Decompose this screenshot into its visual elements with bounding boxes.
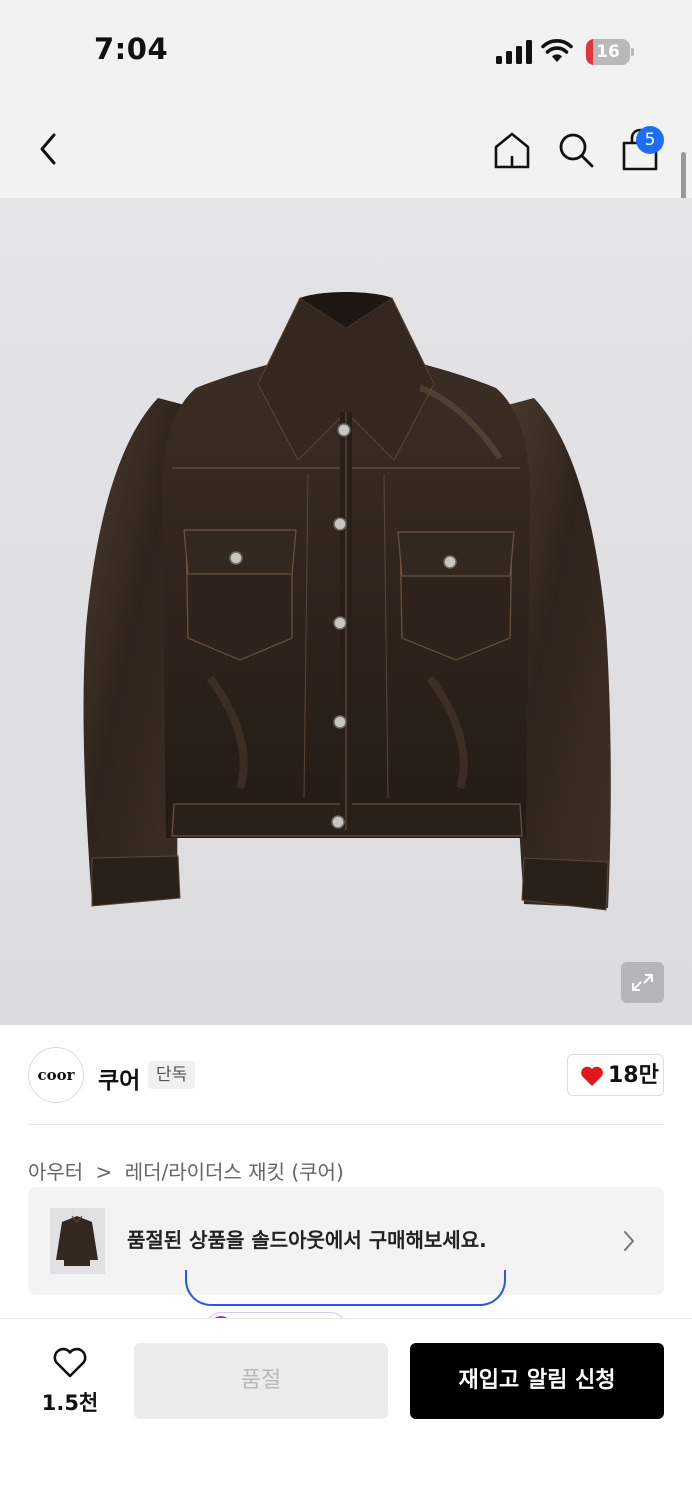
product-thumbnail: [50, 1208, 105, 1274]
status-bar: 7:04 16: [0, 0, 692, 100]
leather-jacket-image: [83, 292, 611, 911]
exclusive-tag: 단독: [148, 1061, 196, 1089]
breadcrumb: 아우터 > 레더/라이더스 재킷 (쿠어): [28, 1155, 344, 1185]
breadcrumb-separator: >: [95, 1159, 113, 1184]
divider: [28, 1124, 664, 1125]
battery-percent: 16: [596, 42, 620, 62]
back-arrow-icon[interactable]: [34, 130, 66, 168]
wifi-icon: [541, 39, 573, 62]
breadcrumb-subcategory[interactable]: 레더/라이더스 재킷 (쿠어): [125, 1157, 344, 1187]
status-time: 7:04: [94, 32, 169, 66]
heart-filled-icon: [581, 1066, 603, 1086]
brand-logo[interactable]: coor: [28, 1047, 84, 1103]
expand-icon[interactable]: [621, 962, 664, 1003]
brand-row: coor 쿠어 단독 18만: [0, 1025, 692, 1125]
breadcrumb-category[interactable]: 아우터: [28, 1157, 83, 1187]
cellular-signal-icon: [496, 40, 532, 64]
top-nav-bar: [0, 100, 692, 198]
wishlist-count: 1.5천: [41, 1391, 99, 1415]
product-image[interactable]: [0, 198, 692, 1025]
chevron-right-icon: [624, 1231, 634, 1251]
heart-outline-icon: [53, 1347, 87, 1378]
brand-like-button[interactable]: 18만: [567, 1054, 664, 1096]
brand-name[interactable]: 쿠어: [98, 1061, 140, 1095]
home-icon[interactable]: [492, 130, 532, 170]
soldout-banner-text: 품절된 상품을 솔드아웃에서 구매해보세요.: [127, 1228, 487, 1252]
restock-alert-button[interactable]: 재입고 알림 신청: [410, 1343, 664, 1419]
soldout-button: 품절: [134, 1343, 388, 1419]
wishlist-button[interactable]: 1.5천: [28, 1343, 112, 1419]
brand-like-count: 18만: [608, 1063, 659, 1088]
battery-charging-icon: 16: [586, 39, 634, 65]
cart-count-badge: 5: [636, 126, 664, 154]
bottom-action-bar: 1.5천 품절 재입고 알림 신청: [0, 1318, 692, 1500]
partially-hidden-element: [185, 1270, 506, 1306]
search-icon[interactable]: [556, 130, 596, 170]
